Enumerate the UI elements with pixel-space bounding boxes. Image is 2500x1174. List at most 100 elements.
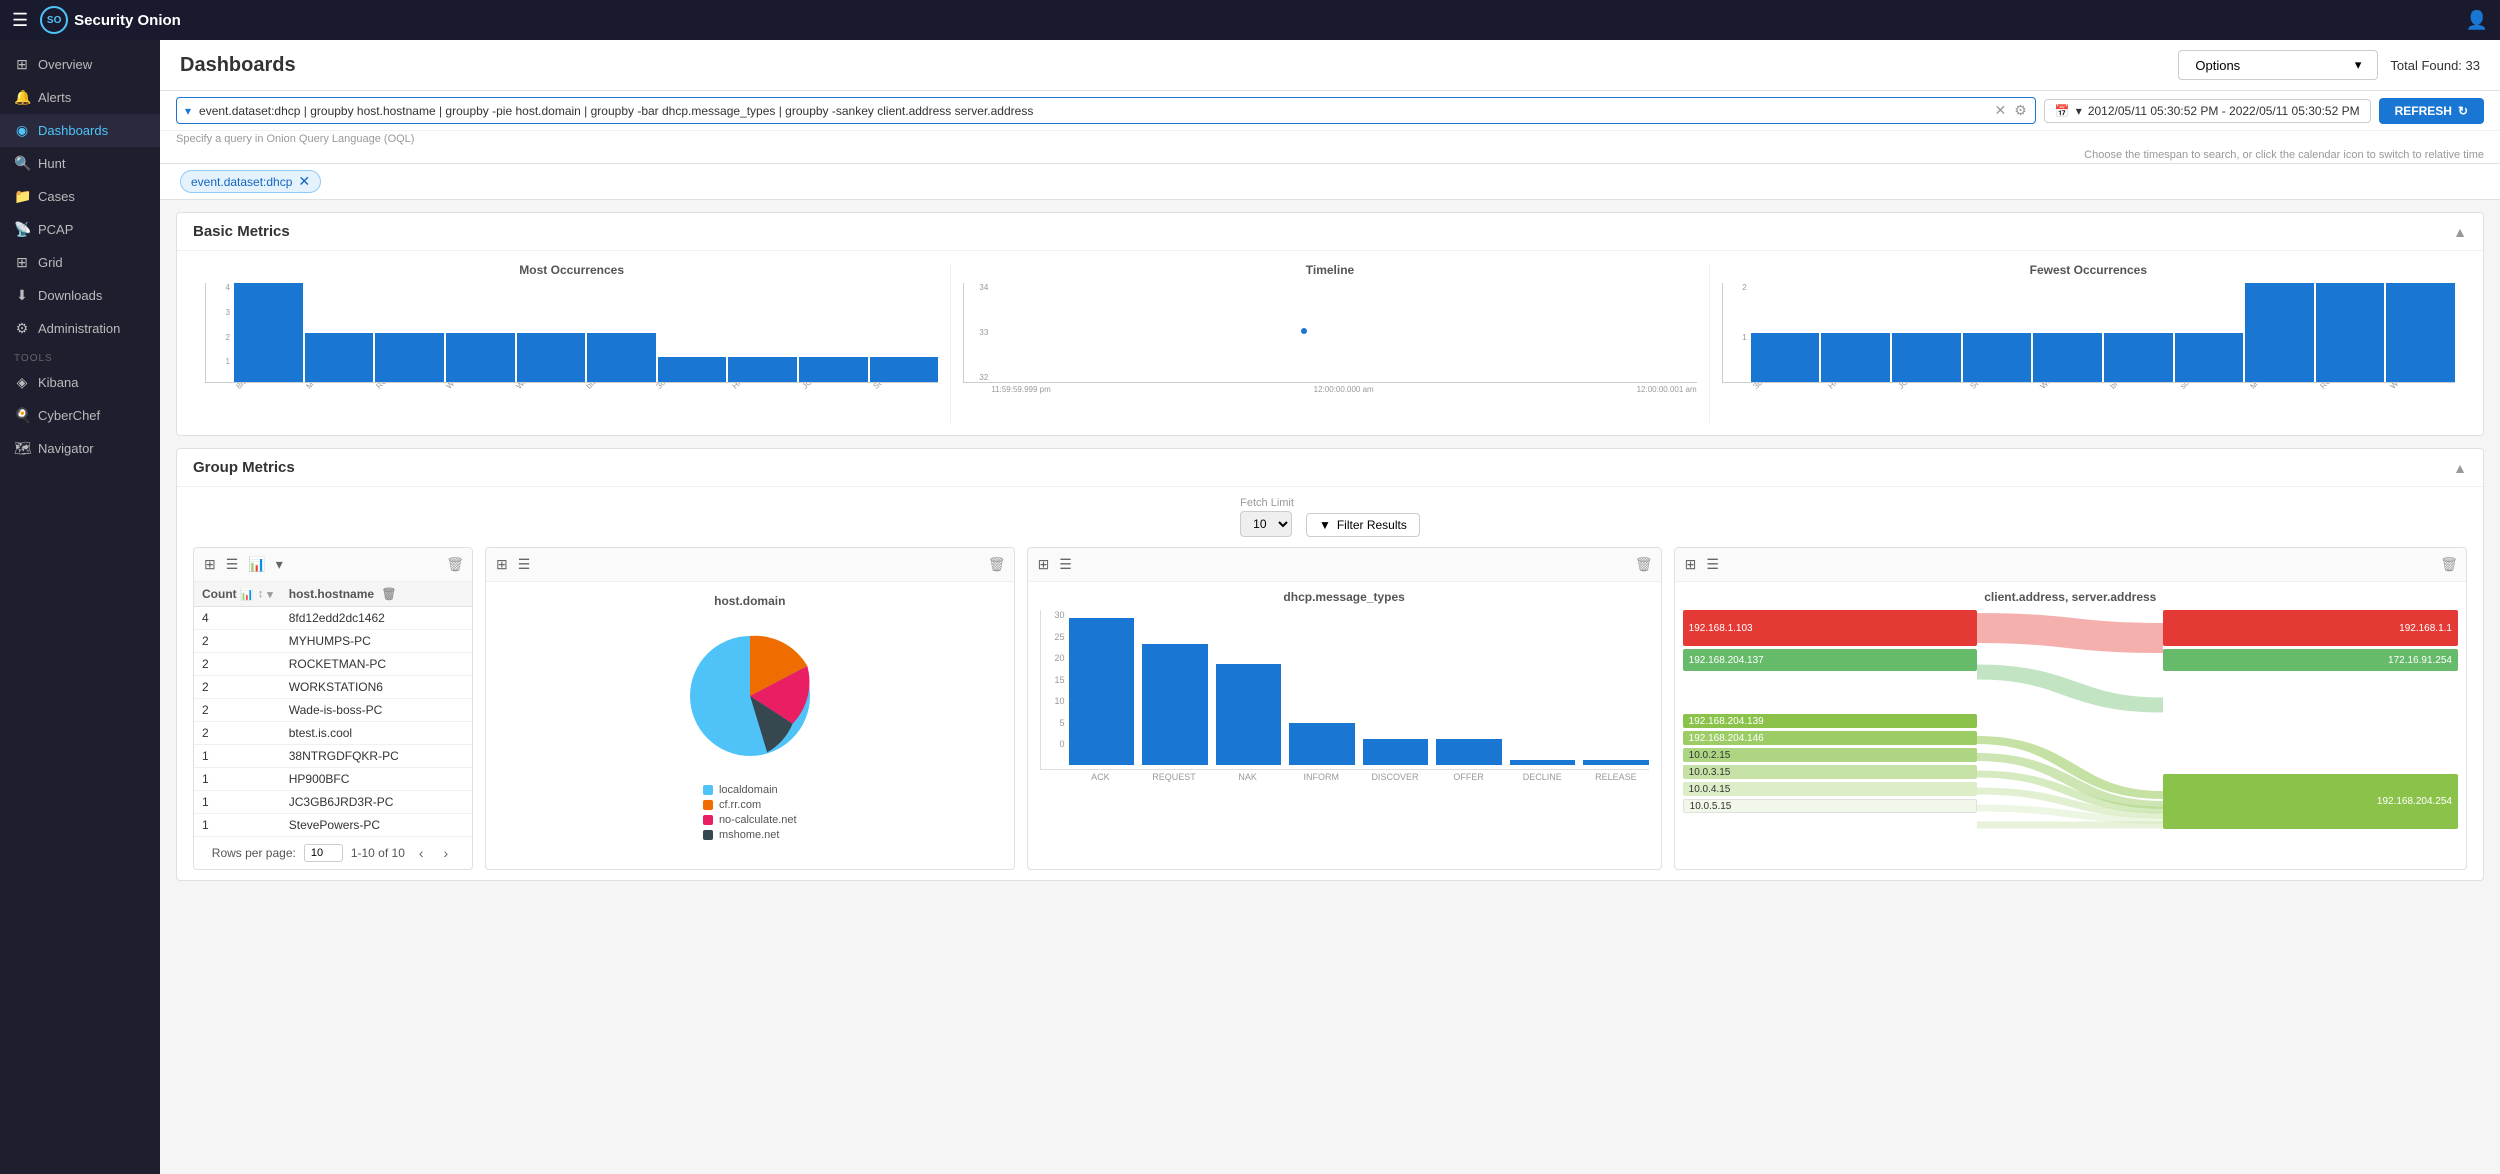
time-range-text: 2012/05/11 05:30:52 PM - 2022/05/11 05:3… <box>2088 104 2360 118</box>
rows-per-page-label: Rows per page: <box>212 846 296 860</box>
sankey-list-icon[interactable]: ☰ <box>1704 554 1721 575</box>
bar-fewest-4[interactable] <box>1963 333 2032 383</box>
filter-chip-close-icon[interactable]: ✕ <box>298 173 310 190</box>
bar-fewest-7[interactable] <box>2175 333 2244 383</box>
timeline-dot <box>1301 328 1307 334</box>
pie-list-icon[interactable]: ☰ <box>516 554 533 575</box>
bar-hp900[interactable] <box>728 357 797 382</box>
bar-fewest-9[interactable] <box>2316 283 2385 382</box>
next-page-button[interactable]: › <box>438 843 455 863</box>
pie-legend: localdomain cf.rr.com no-calculate.net <box>703 784 797 844</box>
bar-fewest-3[interactable] <box>1892 333 1961 383</box>
bar-8fd12[interactable] <box>234 283 303 382</box>
count-more-icon[interactable]: ▾ <box>267 588 273 601</box>
table-row[interactable]: 2WORKSTATION6 <box>194 676 472 699</box>
table-row[interactable]: 138NTRGDFQKR-PC <box>194 745 472 768</box>
bar-38nt[interactable] <box>658 357 727 382</box>
hamburger-menu[interactable]: ☰ <box>12 10 28 31</box>
sidebar-item-administration[interactable]: ⚙ Administration <box>0 312 160 345</box>
table-row[interactable]: 2ROCKETMAN-PC <box>194 653 472 676</box>
bar-myhumps[interactable] <box>305 333 374 383</box>
table-row[interactable]: 1JC3GB6JRD3R-PC <box>194 791 472 814</box>
fewest-x-labels: 38NTRGDFQKR-PC HP900BFC JC3GB6JRD3R-PC S… <box>1722 383 2455 423</box>
bar-fewest-6[interactable] <box>2104 333 2173 383</box>
table-row[interactable]: 1HP900BFC <box>194 768 472 791</box>
bar-chart-title: dhcp.message_types <box>1040 590 1649 604</box>
options-button[interactable]: Options ▾ <box>2178 50 2378 80</box>
table-delete-icon[interactable]: 🗑 <box>446 556 464 573</box>
query-chevron-icon[interactable]: ▾ <box>185 104 191 118</box>
query-settings-icon[interactable]: ⚙ <box>2014 102 2027 119</box>
refresh-button[interactable]: REFRESH ↻ <box>2379 98 2484 124</box>
filter-chip-dhcp[interactable]: event.dataset:dhcp ✕ <box>180 170 321 193</box>
bar-rocketman[interactable] <box>375 333 444 383</box>
hostname-cell: Wade-is-boss-PC <box>281 699 472 722</box>
query-clear-icon[interactable]: ✕ <box>1995 102 2007 119</box>
prev-page-button[interactable]: ‹ <box>413 843 430 863</box>
query-row[interactable]: ▾ event.dataset:dhcp | groupby host.host… <box>176 97 2036 124</box>
pie-delete-icon[interactable]: 🗑 <box>988 556 1006 573</box>
count-sort-icon[interactable]: ↕ <box>258 588 264 601</box>
bar-release[interactable] <box>1583 760 1649 765</box>
sidebar-item-kibana[interactable]: ◈ Kibana <box>0 366 160 399</box>
sidebar-item-overview[interactable]: ⊞ Overview <box>0 48 160 81</box>
downloads-icon: ⬇ <box>14 287 30 304</box>
table-row[interactable]: 2btest.is.cool <box>194 722 472 745</box>
sidebar-item-downloads[interactable]: ⬇ Downloads <box>0 279 160 312</box>
sankey-delete-icon[interactable]: 🗑 <box>2440 556 2458 573</box>
bar-workstation6[interactable] <box>446 333 515 383</box>
table-row[interactable]: 1StevePowers-PC <box>194 814 472 837</box>
sidebar-item-hunt[interactable]: 🔍 Hunt <box>0 147 160 180</box>
sidebar-item-pcap[interactable]: 📡 PCAP <box>0 213 160 246</box>
group-metrics-collapse-icon[interactable]: ▲ <box>2453 460 2467 476</box>
bar-fewest-5[interactable] <box>2033 333 2102 383</box>
bar-fewest-10[interactable] <box>2386 283 2455 382</box>
sidebar-item-cyberchef[interactable]: 🍳 CyberChef <box>0 399 160 432</box>
hostname-cell: HP900BFC <box>281 768 472 791</box>
bar-fewest-2[interactable] <box>1821 333 1890 383</box>
table-row[interactable]: 2MYHUMPS-PC <box>194 630 472 653</box>
section-header-basic: Basic Metrics ▲ <box>177 213 2483 251</box>
bar-request[interactable] <box>1142 644 1208 765</box>
cases-icon: 📁 <box>14 188 30 205</box>
bar-fewest-8[interactable] <box>2245 283 2314 382</box>
bar-offer[interactable] <box>1436 739 1502 765</box>
basic-metrics-collapse-icon[interactable]: ▲ <box>2453 224 2467 240</box>
filter-results-button[interactable]: ▼ Filter Results <box>1306 513 1420 537</box>
table-grid-view-icon[interactable]: ⊞ <box>202 554 218 575</box>
sankey-grid-icon[interactable]: ⊞ <box>1683 554 1699 575</box>
bar-delete-icon[interactable]: 🗑 <box>1635 556 1653 573</box>
table-chart-icon[interactable]: 📊 <box>246 554 267 575</box>
bar-stevepowers[interactable] <box>870 357 939 382</box>
bar-nak[interactable] <box>1216 664 1282 765</box>
count-chart-icon[interactable]: 📊 <box>240 588 254 601</box>
bar-decline[interactable] <box>1510 760 1576 765</box>
table-more-icon[interactable]: ▾ <box>274 554 285 575</box>
bar-inform[interactable] <box>1289 723 1355 765</box>
bar-ack[interactable] <box>1069 618 1135 765</box>
bar-grid-icon[interactable]: ⊞ <box>1036 554 1052 575</box>
bar-discover[interactable] <box>1363 739 1429 765</box>
rows-per-page-select[interactable]: 10 25 50 <box>304 844 343 862</box>
sidebar-item-cases[interactable]: 📁 Cases <box>0 180 160 213</box>
bar-fewest-1[interactable] <box>1751 333 1820 383</box>
timeline-y-axis: 343332 <box>964 283 990 382</box>
fetch-limit-select[interactable]: 10 25 50 <box>1240 511 1292 537</box>
sankey-node-192-168-1-103: 192.168.1.103 <box>1683 610 1978 646</box>
sidebar-item-dashboards[interactable]: ◉ Dashboards <box>0 114 160 147</box>
hostname-delete-icon[interactable]: 🗑 <box>381 587 396 601</box>
pie-grid-icon[interactable]: ⊞ <box>494 554 510 575</box>
bar-wade[interactable] <box>517 333 586 383</box>
table-row[interactable]: 2Wade-is-boss-PC <box>194 699 472 722</box>
sidebar-item-navigator[interactable]: 🗺 Navigator <box>0 432 160 465</box>
bar-btest[interactable] <box>587 333 656 383</box>
bar-jc3gb[interactable] <box>799 357 868 382</box>
user-icon[interactable]: 👤 <box>2466 10 2488 31</box>
time-range-selector[interactable]: 📅 ▾ 2012/05/11 05:30:52 PM - 2022/05/11 … <box>2044 99 2371 123</box>
sidebar-item-alerts[interactable]: 🔔 Alerts <box>0 81 160 114</box>
sidebar-item-grid[interactable]: ⊞ Grid <box>0 246 160 279</box>
table-list-view-icon[interactable]: ☰ <box>224 554 241 575</box>
table-row[interactable]: 48fd12edd2dc1462 <box>194 607 472 630</box>
fewest-occurrences-title: Fewest Occurrences <box>1722 263 2455 277</box>
bar-list-icon[interactable]: ☰ <box>1057 554 1074 575</box>
